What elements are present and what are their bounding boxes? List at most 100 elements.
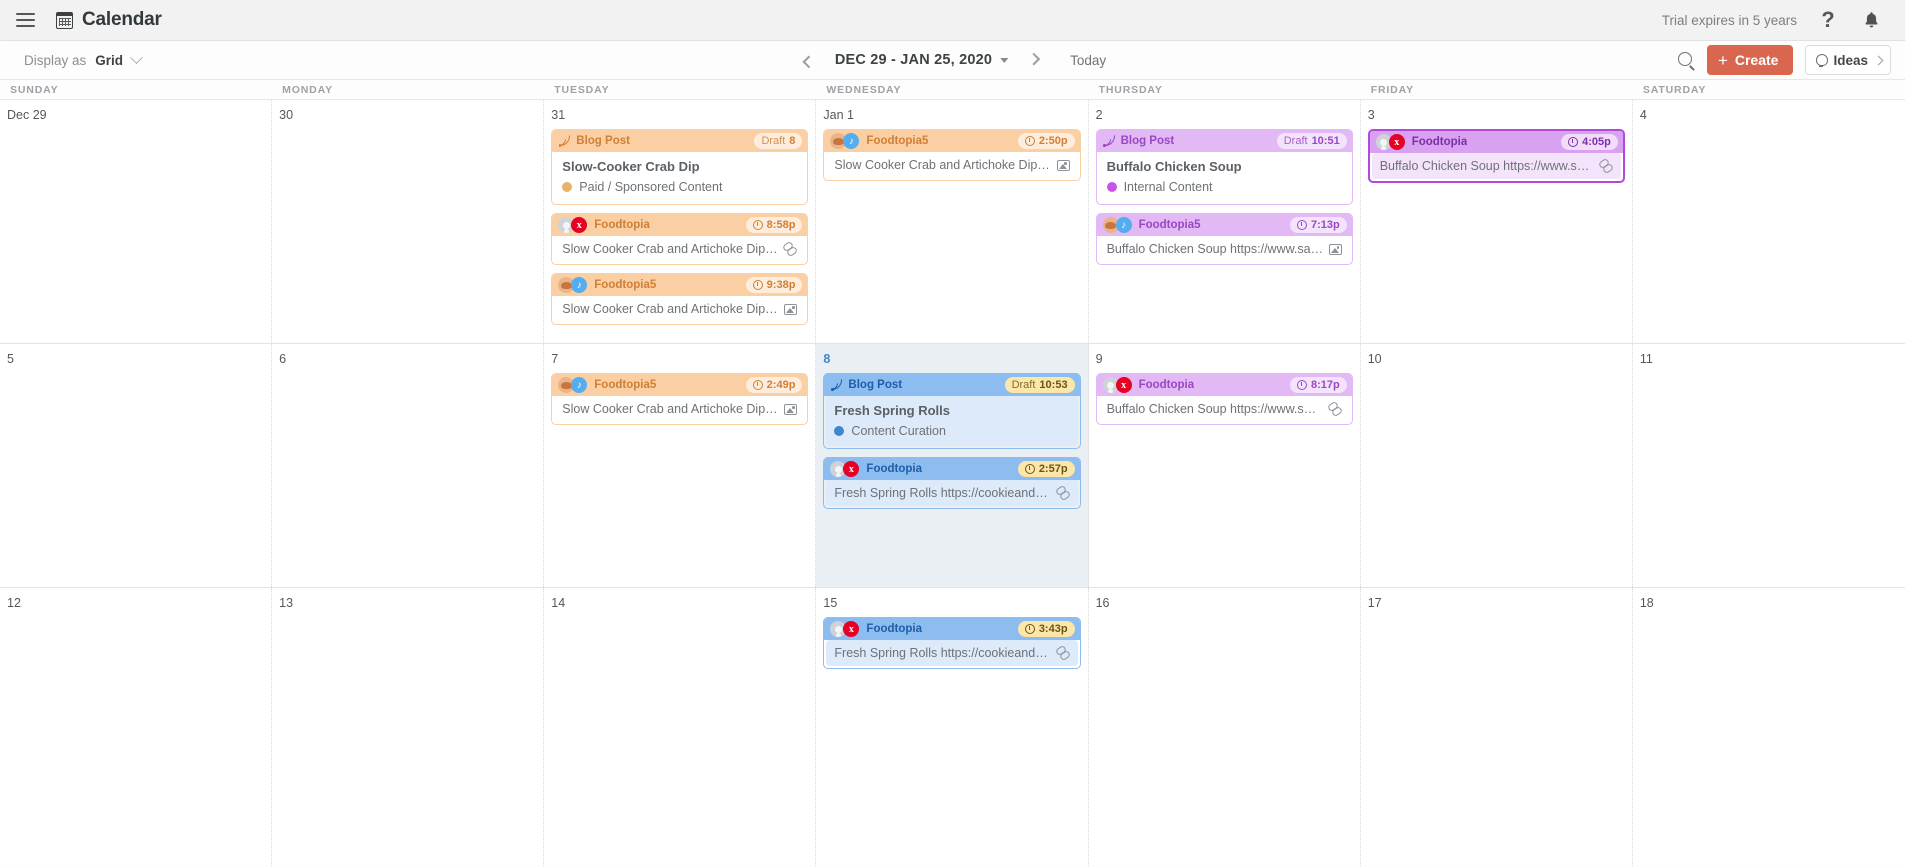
bell-icon[interactable] xyxy=(1859,8,1883,32)
day-cell[interactable]: 30 xyxy=(272,100,545,343)
day-cell[interactable]: 11 xyxy=(1633,344,1905,587)
day-cell[interactable]: 6 xyxy=(272,344,545,587)
week-row: Dec 29 30 31 Blog Post Draft 8 Slow-Cooker Cra… xyxy=(0,100,1905,344)
help-icon[interactable]: ? xyxy=(1816,8,1840,32)
day-cell[interactable]: 14 xyxy=(544,588,817,866)
category-label: Content Curation xyxy=(851,424,946,438)
weekday-header-sunday: SUNDAY xyxy=(10,83,59,96)
day-cell[interactable]: 16 xyxy=(1089,588,1361,866)
page-title: Calendar xyxy=(82,9,162,30)
clock-icon xyxy=(752,380,763,390)
event-card[interactable]: ♪ Foodtopia5 2:50p Slow Cooker Crab and Art… xyxy=(823,129,1081,181)
event-status-badge: 8:17p xyxy=(1289,377,1347,393)
day-cell[interactable]: Jan 1 ♪ Foodtopia5 2:50p Slow Cooker Crab an… xyxy=(816,100,1089,343)
event-card-header: ♪ Foodtopia5 2:49p xyxy=(552,374,808,396)
event-card[interactable]: Blog Post Draft 8 Slow-Cooker Crab Dip Paid … xyxy=(551,129,809,205)
event-snippet: Buffalo Chicken Soup https://www.sal... xyxy=(1379,159,1594,173)
event-card-body: Buffalo Chicken Soup Internal Content xyxy=(1098,152,1350,202)
event-snippet: Slow Cooker Crab and Artichoke Dip |... xyxy=(562,242,779,256)
event-card[interactable]: Blog Post Draft 10:53 Fresh Spring Rolls Con… xyxy=(823,373,1081,449)
badge-value: 2:49p xyxy=(766,379,796,391)
twitter-avatar-group: ♪ xyxy=(558,277,588,293)
date-range-label: DEC 29 - JAN 25, 2020 xyxy=(834,52,993,68)
event-channel-label: Blog Post xyxy=(576,135,630,147)
category-color-dot xyxy=(1106,182,1117,192)
ideas-button[interactable]: Ideas xyxy=(1805,45,1891,75)
twitter-avatar-group: ♪ xyxy=(1102,217,1133,233)
day-number: 7 xyxy=(551,352,559,366)
twitter-icon: ♪ xyxy=(1115,217,1132,233)
event-card[interactable]: x Foodtopia 4:05p Buffalo Chicken Soup http… xyxy=(1367,129,1625,183)
twitter-icon: ♪ xyxy=(843,133,860,149)
badge-label: Draft xyxy=(1283,135,1308,147)
display-as-label: Display as xyxy=(24,52,87,68)
twitter-avatar-group: ♪ xyxy=(558,377,588,393)
badge-value: 10:53 xyxy=(1039,379,1068,391)
event-card[interactable]: x Foodtopia 2:57p Fresh Spring Rolls https:… xyxy=(823,457,1081,509)
next-period-button[interactable] xyxy=(1024,50,1044,70)
pinterest-avatar-group: x xyxy=(830,461,860,477)
day-cell[interactable]: 4 xyxy=(1633,100,1905,343)
day-cell[interactable]: 7 ♪ Foodtopia5 2:49p Slow Cooker Crab and Ar… xyxy=(544,344,817,587)
event-card[interactable]: Blog Post Draft 10:51 Buffalo Chicken Soup I… xyxy=(1095,129,1353,205)
link-icon xyxy=(1056,487,1070,499)
event-card[interactable]: x Foodtopia 8:58p Slow Cooker Crab and Arti… xyxy=(551,213,809,265)
day-cell[interactable]: 8 Blog Post Draft 10:53 Fresh Spring Rolls Co… xyxy=(816,344,1089,587)
event-card-header: x Foodtopia 4:05p xyxy=(1369,131,1623,153)
day-cell[interactable]: 5 xyxy=(0,344,273,587)
display-as-control[interactable]: Display as Grid xyxy=(24,50,143,68)
rss-icon xyxy=(558,135,570,147)
trial-status-text: Trial expires in 5 years xyxy=(1661,12,1797,28)
display-as-value: Grid xyxy=(95,52,124,68)
day-cell[interactable]: 15 x Foodtopia 3:43p Fresh Spring Rolls http… xyxy=(816,588,1089,866)
event-category: Content Curation xyxy=(834,424,1069,438)
badge-value: 3:43p xyxy=(1038,623,1068,635)
date-range-selector[interactable]: DEC 29 - JAN 25, 2020 xyxy=(834,52,1009,68)
day-cell[interactable]: 3 x Foodtopia 4:05p Buffalo Chicken Soup htt… xyxy=(1361,100,1633,343)
event-status-badge: 2:57p xyxy=(1017,461,1075,477)
event-card-body: Fresh Spring Rolls Content Curation xyxy=(826,396,1078,446)
day-number: 14 xyxy=(551,596,566,610)
event-channel-label: Foodtopia xyxy=(594,219,650,231)
event-snippet: Slow Cooker Crab and Artichoke Dip |... xyxy=(562,302,780,316)
calendar-toolbar: Display as Grid DEC 29 - JAN 25, 2020 To… xyxy=(0,41,1905,79)
clock-icon xyxy=(1568,137,1579,147)
day-number: 3 xyxy=(1367,108,1375,122)
event-card-body: Buffalo Chicken Soup https://www.sal... xyxy=(1098,236,1350,262)
event-card[interactable]: ♪ Foodtopia5 2:49p Slow Cooker Crab and Art… xyxy=(551,373,809,425)
day-cell[interactable]: 13 xyxy=(272,588,545,866)
weekday-header-row: SUNDAY MONDAY TUESDAY WEDNESDAY THURSDAY FRID… xyxy=(0,79,1905,100)
day-cell[interactable]: 9 x Foodtopia 8:17p Buffalo Chicken Soup htt… xyxy=(1089,344,1361,587)
day-cell[interactable]: 17 xyxy=(1361,588,1633,866)
pinterest-avatar-group: x xyxy=(830,621,860,637)
event-card-body: Slow Cooker Crab and Artichoke Dip |... xyxy=(554,236,806,262)
today-button[interactable]: Today xyxy=(1070,53,1106,68)
day-cell[interactable]: 10 xyxy=(1361,344,1633,587)
create-button[interactable]: + Create xyxy=(1706,45,1794,75)
event-card[interactable]: ♪ Foodtopia5 9:38p Slow Cooker Crab and Art… xyxy=(551,273,809,325)
day-cell[interactable]: Dec 29 xyxy=(0,100,273,343)
week-row: 5 6 7 ♪ Foodtopia5 2:49p Slow Cooker Crab and … xyxy=(0,344,1905,588)
day-cell[interactable]: 31 Blog Post Draft 8 Slow-Cooker Crab Dip Pai… xyxy=(544,100,817,343)
event-card-body: Fresh Spring Rolls https://cookieandk... xyxy=(826,480,1078,506)
event-card[interactable]: x Foodtopia 3:43p Fresh Spring Rolls https:… xyxy=(823,617,1081,669)
day-cell[interactable]: 2 Blog Post Draft 10:51 Buffalo Chicken Soup… xyxy=(1089,100,1361,343)
event-status-badge: Draft 10:53 xyxy=(1004,377,1075,393)
app-bar: Calendar Trial expires in 5 years ? xyxy=(0,0,1905,41)
event-title: Fresh Spring Rolls xyxy=(834,403,950,418)
image-icon xyxy=(784,403,798,415)
event-category: Paid / Sponsored Content xyxy=(562,180,797,194)
event-status-badge: Draft 10:51 xyxy=(1276,133,1347,149)
event-card[interactable]: x Foodtopia 8:17p Buffalo Chicken Soup http… xyxy=(1095,373,1353,425)
day-number: 31 xyxy=(551,108,566,122)
weekday-header-wednesday: WEDNESDAY xyxy=(826,83,902,96)
badge-value: 8:58p xyxy=(766,219,796,231)
day-number: 17 xyxy=(1367,596,1382,610)
search-icon[interactable] xyxy=(1677,51,1695,69)
event-card[interactable]: ♪ Foodtopia5 7:13p Buffalo Chicken Soup htt… xyxy=(1095,213,1353,265)
event-card-header: ♪ Foodtopia5 9:38p xyxy=(552,274,808,296)
day-cell[interactable]: 18 xyxy=(1633,588,1905,866)
hamburger-menu-icon[interactable] xyxy=(12,7,38,33)
day-cell[interactable]: 12 xyxy=(0,588,273,866)
previous-period-button[interactable] xyxy=(799,50,819,70)
